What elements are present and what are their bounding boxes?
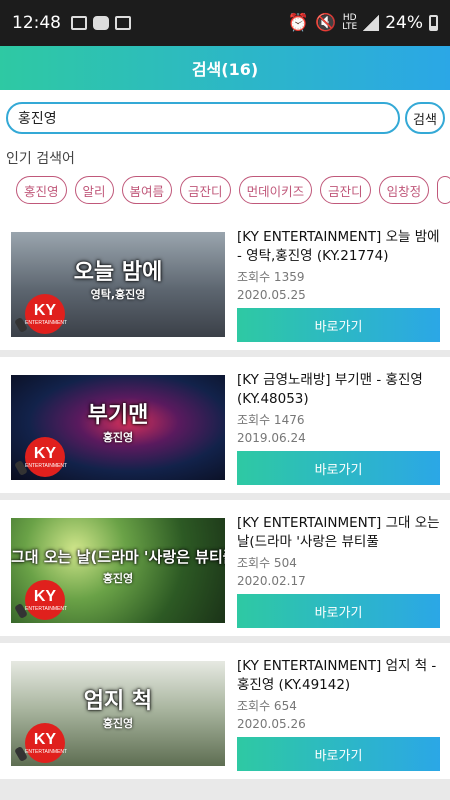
- alarm-icon: ⏰: [287, 13, 310, 33]
- result-item[interactable]: 엄지 척 홍진영 KY ENTERTAINMENT [KY ENTERTAINME…: [0, 643, 450, 779]
- mute-icon: 🔇: [315, 13, 337, 33]
- ky-logo-sub: ENTERTAINMENT: [25, 606, 68, 612]
- go-button[interactable]: 바로가기: [237, 308, 440, 342]
- result-info: [KY ENTERTAINMENT] 오늘 밤에 - 영탁,홍진영 (KY.21…: [237, 228, 442, 304]
- result-views: 조회수 1476: [237, 413, 305, 427]
- ky-logo-text: KY: [33, 731, 57, 748]
- result-date: 2020.02.17: [237, 574, 306, 588]
- result-info: [KY 금영노래방] 부기맨 - 홍진영 (KY.48053) 조회수 1476…: [237, 371, 442, 447]
- popular-chip[interactable]: 먼데이키즈: [238, 176, 313, 204]
- result-info: [KY ENTERTAINMENT] 엄지 척 - 홍진영 (KY.49142)…: [237, 657, 442, 733]
- video-thumbnail[interactable]: 엄지 척 홍진영 KY ENTERTAINMENT: [11, 661, 225, 766]
- ky-logo-text: KY: [33, 588, 57, 605]
- go-button[interactable]: 바로가기: [237, 737, 440, 771]
- popular-chip[interactable]: 봄여름: [121, 176, 173, 204]
- result-item[interactable]: 그대 오는 날(드라마 '사랑은 뷰티풀 인생.. 홍진영 KYENTERTAI…: [0, 500, 450, 636]
- result-item[interactable]: 오늘 밤에 영탁,홍진영 KY ENTERTAINMENT [KY ENTERTA…: [0, 214, 450, 350]
- result-date: 2020.05.25: [237, 288, 306, 302]
- youtube-icon: [93, 16, 109, 30]
- ky-logo: KY ENTERTAINMENT: [25, 437, 68, 477]
- thumbnail-title: 부기맨: [87, 403, 149, 428]
- popular-chip[interactable]: 알리: [74, 176, 114, 204]
- app-notification-icon: [115, 16, 131, 30]
- popular-chip[interactable]: 금잔디: [180, 176, 231, 204]
- ky-logo-sub: ENTERTAINMENT: [25, 463, 68, 469]
- app-header: 검색(16): [0, 46, 450, 90]
- result-views: 조회수 504: [237, 556, 297, 570]
- ky-logo: KY ENTERTAINMENT: [25, 580, 68, 620]
- gallery-icon: [71, 16, 87, 30]
- signal-icon: [363, 15, 380, 31]
- popular-chips: 홍진영 알리 봄여름 금잔디 먼데이키즈 금잔디 임창정: [16, 176, 450, 204]
- status-time: 12:48: [12, 13, 61, 33]
- network-lte-label: LTE: [342, 22, 358, 32]
- battery-percent: 24%: [385, 13, 423, 33]
- result-date: 2020.05.26: [237, 717, 306, 731]
- status-bar: 12:48 ⏰ 🔇 HD LTE 24%: [0, 0, 450, 46]
- video-thumbnail[interactable]: 그대 오는 날(드라마 '사랑은 뷰티풀 인생.. 홍진영 KYENTERTAI…: [11, 518, 225, 623]
- go-button[interactable]: 바로가기: [237, 594, 440, 628]
- result-views: 조회수 654: [237, 699, 297, 713]
- ky-logo-sub: ENTERTAINMENT: [25, 320, 68, 326]
- result-item[interactable]: 부기맨 홍진영 KY ENTERTAINMENT [KY 금영노래방] 부기맨 -…: [0, 357, 450, 493]
- search-panel: 검색 인기 검색어 홍진영 알리 봄여름 금잔디 먼데이키즈 금잔디 임창정: [0, 90, 450, 214]
- thumbnail-title: 엄지 척: [83, 689, 153, 714]
- result-info: [KY ENTERTAINMENT] 그대 오는 날(드라마 '사랑은 뷰티풀 …: [237, 514, 442, 590]
- popular-chip[interactable]: 임창정: [378, 176, 430, 204]
- ky-logo-sub: ENTERTAINMENT: [25, 749, 68, 755]
- result-title: [KY ENTERTAINMENT] 그대 오는 날(드라마 '사랑은 뷰티풀: [237, 515, 440, 550]
- ky-logo-text: KY: [33, 302, 57, 319]
- page-title: 검색(16): [191, 60, 259, 79]
- result-title: [KY 금영노래방] 부기맨 - 홍진영 (KY.48053): [237, 372, 423, 407]
- video-thumbnail[interactable]: 오늘 밤에 영탁,홍진영 KY ENTERTAINMENT: [11, 232, 225, 337]
- popular-chip[interactable]: 홍진영: [16, 176, 67, 204]
- thumbnail-title: 그대 오는 날(드라마 '사랑은 뷰티풀 인생..: [11, 548, 225, 566]
- ky-logo: KY ENTERTAINMENT: [25, 294, 68, 334]
- popular-chip[interactable]: 금잔디: [320, 176, 371, 204]
- result-views: 조회수 1359: [237, 270, 305, 284]
- thumbnail-title: 오늘 밤에: [73, 260, 163, 285]
- search-button[interactable]: 검색: [405, 102, 445, 134]
- result-title: [KY ENTERTAINMENT] 오늘 밤에 - 영탁,홍진영 (KY.21…: [237, 229, 440, 264]
- popular-search-label: 인기 검색어: [6, 151, 75, 167]
- search-input[interactable]: [6, 102, 400, 134]
- video-thumbnail[interactable]: 부기맨 홍진영 KY ENTERTAINMENT: [11, 375, 225, 480]
- network-indicator: HD LTE: [342, 14, 357, 32]
- ky-logo: KY ENTERTAINMENT: [25, 723, 68, 763]
- status-right: ⏰ 🔇 HD LTE 24%: [288, 13, 438, 33]
- go-button[interactable]: 바로가기: [237, 451, 440, 485]
- result-title: [KY ENTERTAINMENT] 엄지 척 - 홍진영 (KY.49142): [237, 658, 437, 693]
- result-date: 2019.06.24: [237, 431, 306, 445]
- battery-icon: [429, 15, 438, 31]
- popular-chip[interactable]: [437, 176, 450, 204]
- ky-logo-text: KY: [33, 445, 57, 462]
